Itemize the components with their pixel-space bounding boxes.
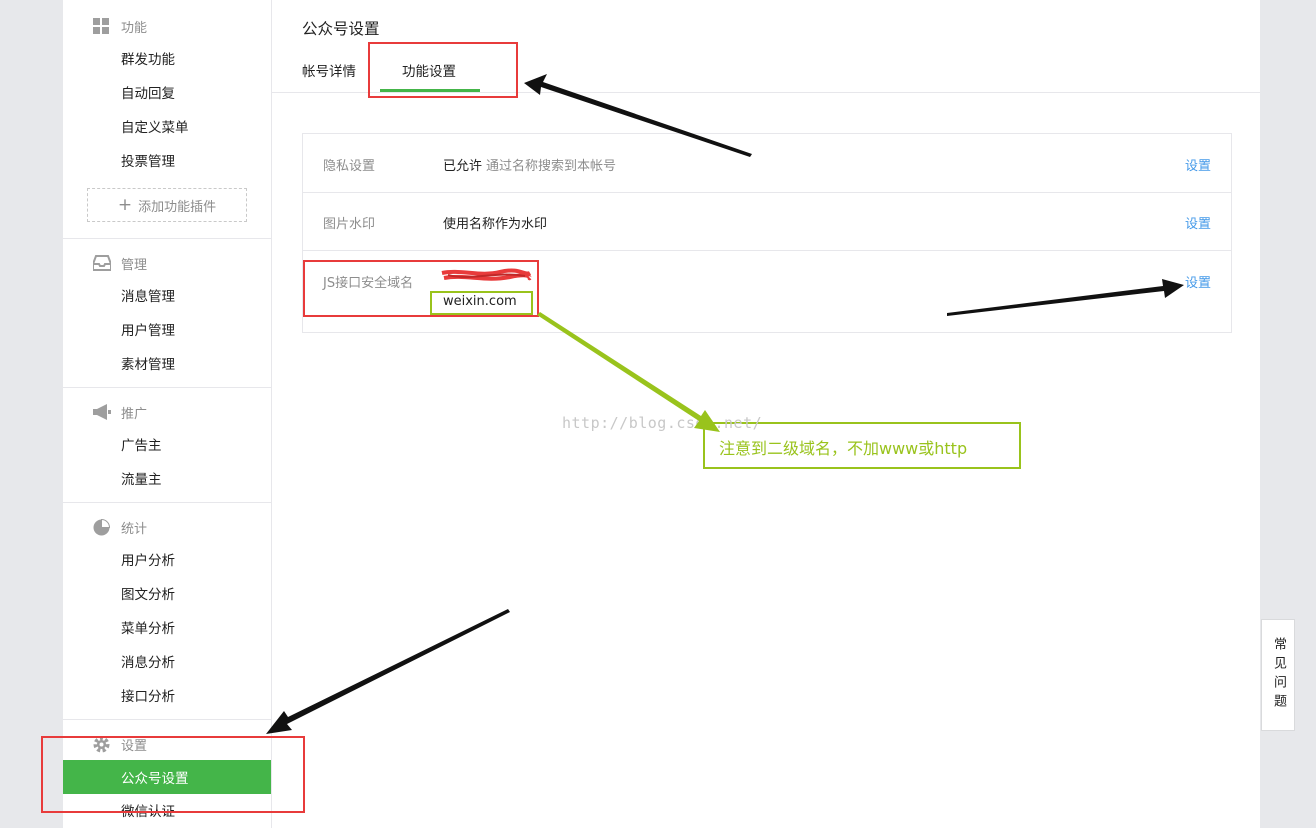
sidebar-item-menu-analysis[interactable]: 菜单分析	[121, 619, 175, 639]
pie-chart-icon	[93, 518, 111, 536]
divider	[63, 238, 271, 239]
section-title: 管理	[121, 257, 148, 273]
sidebar-item-users[interactable]: 用户管理	[121, 321, 175, 341]
highlight-tab-box	[368, 42, 518, 98]
highlight-domain-value-box	[430, 291, 533, 315]
main-content: 公众号设置 帐号详情 功能设置 隐私设置 已允许 通过名称搜索到本帐号 设置 图片…	[272, 0, 1260, 828]
grid-icon	[93, 17, 110, 35]
section-header-stats: 统计	[93, 517, 147, 537]
sidebar-item-messages[interactable]: 消息管理	[121, 287, 175, 307]
sidebar-item-auto-reply[interactable]: 自动回复	[121, 84, 175, 104]
megaphone-icon	[93, 403, 111, 421]
setting-row-privacy: 隐私设置 已允许 通过名称搜索到本帐号 设置	[303, 134, 1231, 193]
sidebar-item-user-analysis[interactable]: 用户分析	[121, 551, 175, 571]
sidebar-item-custom-menu[interactable]: 自定义菜单	[121, 118, 189, 138]
row-value: 已允许 通过名称搜索到本帐号	[443, 155, 616, 174]
inbox-icon	[92, 254, 112, 272]
sidebar-item-message-analysis[interactable]: 消息分析	[121, 653, 175, 673]
js-domain-settings-link[interactable]: 设置	[1185, 272, 1211, 291]
plus-icon: +	[117, 194, 133, 215]
section-title: 推广	[121, 406, 148, 422]
privacy-note: 通过名称搜索到本帐号	[486, 159, 617, 174]
add-plugin-label: 添加功能插件	[138, 199, 217, 215]
section-title: 功能	[121, 20, 148, 36]
tab-account-details[interactable]: 帐号详情	[302, 60, 356, 80]
privacy-settings-link[interactable]: 设置	[1185, 155, 1211, 174]
section-header-function: 功能	[93, 16, 147, 36]
section-header-promotion: 推广	[93, 402, 147, 422]
sidebar-item-api-analysis[interactable]: 接口分析	[121, 687, 175, 707]
annotation-note: 注意到二级域名，不加www或http	[719, 439, 968, 458]
page-title: 公众号设置	[302, 20, 380, 38]
faq-label: 常见问题	[1271, 637, 1286, 713]
sidebar: 功能 群发功能 自动回复 自定义菜单 投票管理 + 添加功能插件 管理 消息管理…	[63, 0, 272, 828]
sidebar-item-traffic[interactable]: 流量主	[121, 470, 162, 490]
sidebar-item-vote[interactable]: 投票管理	[121, 152, 175, 172]
row-label: 图片水印	[323, 217, 376, 232]
sidebar-item-article-analysis[interactable]: 图文分析	[121, 585, 175, 605]
setting-row-watermark: 图片水印 使用名称作为水印 设置	[303, 192, 1231, 251]
section-title: 统计	[121, 521, 148, 537]
sidebar-item-mass-send[interactable]: 群发功能	[121, 50, 175, 70]
divider	[63, 502, 271, 503]
watermark-text: http://blog.csdn.net/	[562, 414, 763, 432]
watermark-settings-link[interactable]: 设置	[1185, 213, 1211, 232]
sidebar-item-materials[interactable]: 素材管理	[121, 355, 175, 375]
divider	[63, 387, 271, 388]
add-plugin-button[interactable]: + 添加功能插件	[87, 188, 247, 222]
row-label: 隐私设置	[323, 159, 376, 174]
row-value: 使用名称作为水印	[443, 217, 548, 232]
privacy-status: 已允许	[443, 159, 483, 174]
section-header-manage: 管理	[92, 253, 148, 273]
divider	[63, 719, 271, 720]
highlight-sidebar-box	[41, 736, 305, 813]
faq-tab[interactable]: 常见问题	[1261, 619, 1295, 731]
sidebar-item-advertiser[interactable]: 广告主	[121, 436, 162, 456]
